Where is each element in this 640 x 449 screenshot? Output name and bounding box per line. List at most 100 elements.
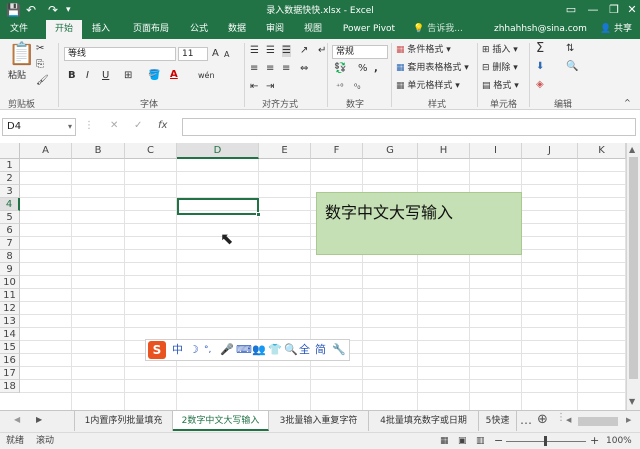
ime-fullwidth-icon[interactable]: 全 — [299, 343, 310, 357]
align-center-icon[interactable]: ≡ — [266, 63, 274, 75]
sort-filter-icon[interactable]: ⇅ — [566, 43, 574, 55]
underline-button[interactable]: U — [102, 70, 109, 82]
tab-page-layout[interactable]: 页面布局 — [126, 20, 176, 39]
comma-button[interactable]: , — [374, 63, 378, 75]
align-middle-icon[interactable]: ☰ — [266, 45, 275, 57]
tab-insert[interactable]: 插入 — [86, 20, 116, 39]
scrollbar-thumb[interactable] — [629, 157, 638, 379]
wrap-text-icon[interactable]: ↵ — [318, 45, 326, 57]
new-sheet-button[interactable]: ⊕ — [537, 412, 548, 427]
format-as-table-button[interactable]: ▦ 套用表格格式 ▾ — [396, 61, 469, 75]
cell-styles-button[interactable]: ▦ 单元格样式 ▾ — [396, 79, 460, 93]
row-header-17[interactable]: 17 — [0, 367, 20, 380]
close-button[interactable]: ✕ — [621, 1, 640, 18]
row-header-15[interactable]: 15 — [0, 341, 20, 354]
row-header-3[interactable]: 3 — [0, 185, 20, 198]
active-cell[interactable] — [177, 198, 259, 215]
ime-search-icon[interactable]: 🔍 — [284, 343, 298, 357]
column-header-d[interactable]: D — [177, 143, 259, 159]
font-color-button[interactable]: A — [170, 69, 178, 81]
more-sheets-icon[interactable]: … — [520, 413, 532, 427]
insert-function-icon[interactable]: fx — [158, 120, 167, 131]
scroll-up-icon[interactable]: ▲ — [629, 145, 635, 154]
horizontal-scrollbar-thumb[interactable] — [578, 417, 618, 426]
currency-icon[interactable]: 💱 — [334, 63, 346, 75]
row-header-1[interactable]: 1 — [0, 159, 20, 172]
share-button[interactable]: 👤 共享 — [596, 20, 636, 39]
ribbon-display-icon[interactable]: ▭ — [560, 1, 582, 18]
ime-user-icon[interactable]: 👥 — [252, 343, 266, 357]
column-header-g[interactable]: G — [363, 143, 418, 159]
column-header-f[interactable]: F — [311, 143, 363, 159]
orientation-icon[interactable]: ↗ — [300, 45, 308, 57]
insert-cells-button[interactable]: ⊞ 插入 ▾ — [482, 43, 518, 57]
sheet-tab-active[interactable]: 2数字中文大写输入 — [173, 411, 269, 431]
bold-button[interactable]: B — [68, 70, 76, 82]
row-header-18[interactable]: 18 — [0, 380, 20, 393]
worksheet-grid[interactable]: ABCDEFGHIJK 1 2 3 4 5 6 7 8 9 10 11 12 13 14 15 16 17 18 … — [0, 143, 626, 410]
zoom-in-button[interactable]: + — [590, 433, 599, 449]
page-break-view-icon[interactable]: ▥ — [476, 433, 485, 449]
clear-icon[interactable]: ◈ — [536, 79, 544, 91]
paste-label[interactable]: 粘贴 — [8, 69, 26, 83]
row-header-16[interactable]: 16 — [0, 354, 20, 367]
fill-icon[interactable]: ⬇ — [536, 61, 544, 73]
ime-moon-icon[interactable]: ☽ — [189, 343, 199, 357]
conditional-format-button[interactable]: ▦ 条件格式 ▾ — [396, 43, 451, 57]
sheet-tab[interactable]: 4批量填充数字或日期 — [369, 411, 479, 431]
italic-button[interactable]: I — [86, 70, 89, 82]
tell-me-search[interactable]: 💡 告诉我... — [410, 20, 466, 39]
sheet-tab[interactable]: 3批量输入重复字符 — [269, 411, 369, 431]
align-top-icon[interactable]: ☰ — [250, 45, 259, 57]
ime-simplified-icon[interactable]: 简 — [315, 343, 326, 357]
ime-punctuation-icon[interactable]: °, — [204, 343, 211, 357]
page-layout-view-icon[interactable]: ▣ — [458, 433, 467, 449]
ime-mic-icon[interactable]: 🎤 — [220, 343, 234, 357]
tab-formulas[interactable]: 公式 — [184, 20, 214, 39]
column-header-i[interactable]: I — [470, 143, 522, 159]
row-header-10[interactable]: 10 — [0, 276, 20, 289]
chevron-down-icon[interactable]: ▾ — [68, 119, 72, 135]
ime-toolbar[interactable]: S 中 ☽ °, 🎤 ⌨ 👥 👕 🔍 全 简 🔧 — [145, 339, 350, 361]
row-header-2[interactable]: 2 — [0, 172, 20, 185]
row-header-11[interactable]: 11 — [0, 289, 20, 302]
scroll-down-icon[interactable]: ▼ — [629, 397, 635, 406]
tab-file[interactable]: 文件 — [4, 20, 34, 39]
row-header-5[interactable]: 5 — [0, 211, 20, 224]
decrease-indent-icon[interactable]: ⇤ — [250, 81, 258, 93]
cancel-icon[interactable]: ✕ — [110, 120, 118, 131]
row-header-9[interactable]: 9 — [0, 263, 20, 276]
tab-home[interactable]: 开始 — [46, 20, 82, 39]
column-header-b[interactable]: B — [72, 143, 125, 159]
column-header-a[interactable]: A — [20, 143, 72, 159]
tab-view[interactable]: 视图 — [298, 20, 328, 39]
account-email[interactable]: zhhahhsh@sina.com — [494, 20, 587, 39]
minimize-button[interactable]: — — [582, 1, 604, 18]
split-grip-icon[interactable]: ⋮ — [556, 412, 566, 423]
number-format-select[interactable]: 常规 — [332, 45, 388, 59]
sheet-tab[interactable]: 1内置序列批量填充 — [75, 411, 173, 431]
zoom-slider-thumb[interactable] — [544, 436, 547, 446]
border-icon[interactable]: ⊞ — [124, 70, 132, 82]
fill-color-icon[interactable]: 🪣 — [148, 70, 160, 82]
fill-handle[interactable] — [256, 212, 261, 217]
tab-power-pivot[interactable]: Power Pivot — [336, 20, 402, 39]
vertical-scrollbar[interactable]: ▲ ▼ — [626, 143, 640, 410]
zoom-out-button[interactable]: − — [494, 433, 503, 449]
scroll-right-icon[interactable]: ▶ — [626, 416, 631, 424]
format-cells-button[interactable]: ▤ 格式 ▾ — [482, 79, 519, 93]
ime-skin-icon[interactable]: 👕 — [268, 343, 282, 357]
delete-cells-button[interactable]: ⊟ 删除 ▾ — [482, 61, 518, 75]
column-header-k[interactable]: K — [578, 143, 626, 159]
row-header-4[interactable]: 4 — [0, 198, 20, 211]
column-header-h[interactable]: H — [418, 143, 470, 159]
copy-icon[interactable]: ⎘ — [36, 59, 44, 71]
align-left-icon[interactable]: ≡ — [250, 63, 258, 75]
select-all-corner[interactable] — [0, 143, 20, 159]
row-header-12[interactable]: 12 — [0, 302, 20, 315]
confirm-icon[interactable]: ✓ — [134, 120, 142, 131]
column-header-c[interactable]: C — [125, 143, 177, 159]
align-right-icon[interactable]: ≡ — [282, 63, 290, 75]
decrease-decimal-icon[interactable]: ⁰₀ — [354, 81, 360, 93]
column-header-j[interactable]: J — [522, 143, 578, 159]
